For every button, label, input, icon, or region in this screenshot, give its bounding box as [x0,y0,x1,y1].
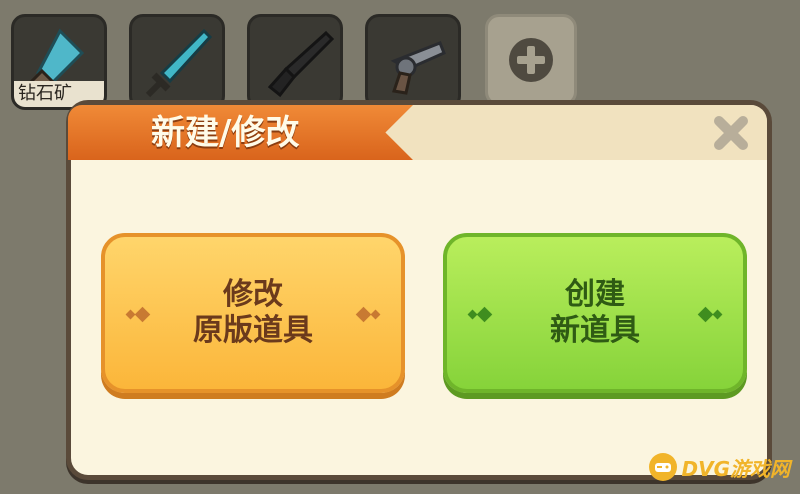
item-slot-rifle[interactable] [247,14,343,110]
new-modify-dialog: 新建/修改 修改 原版道具 创建 新道具 [66,100,772,480]
create-new-item-button[interactable]: 创建 新道具 [443,233,747,393]
modify-button-line2: 原版道具 [193,313,313,348]
diamond-sword-icon [145,28,213,98]
decoration-diamonds-right [697,306,723,323]
watermark: DVG游戏网 [648,450,791,484]
decoration-diamonds-left [125,306,151,323]
add-item-button[interactable] [485,14,577,106]
create-button-line1: 创建 [565,277,625,312]
plus-icon [509,38,553,82]
dialog-header: 新建/修改 [68,105,767,160]
item-slot-revolver[interactable] [365,14,461,110]
revolver-icon [390,41,446,95]
gamepad-logo-icon [648,453,677,481]
modify-button-line1: 修改 [223,277,283,312]
item-slot-diamond-sword[interactable] [129,14,225,110]
watermark-text: DVG游戏网 [681,456,791,481]
decoration-diamonds-right [355,306,381,323]
close-button[interactable] [709,111,753,155]
create-button-line2: 新道具 [550,313,640,348]
item-slot-diamond-drill[interactable]: 钻石矿 [11,14,107,110]
close-icon [714,116,748,150]
decoration-diamonds-left [467,306,493,323]
dark-rifle-icon [267,30,335,98]
dialog-title: 新建/修改 [151,113,300,153]
modify-original-item-button[interactable]: 修改 原版道具 [101,233,405,393]
